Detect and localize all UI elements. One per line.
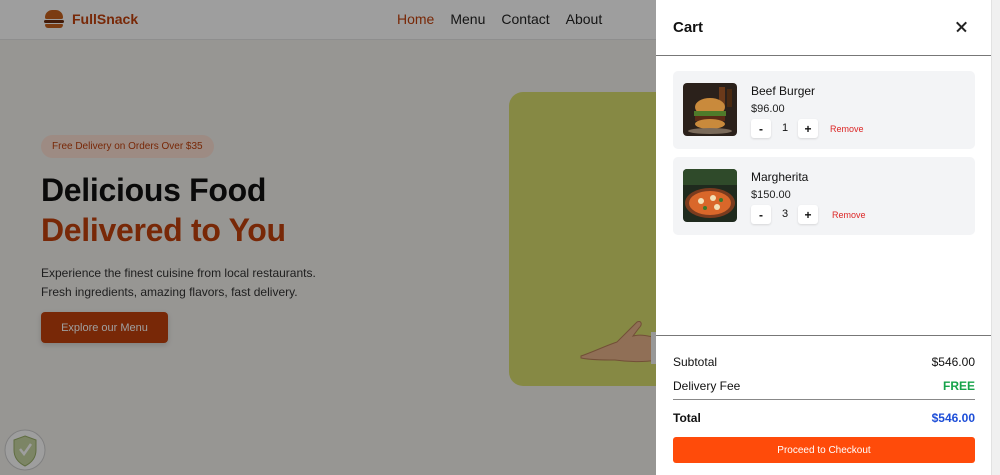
remove-item-button[interactable]: Remove [830,124,864,134]
total-label: Total [673,411,701,425]
cart-item-beef-burger: Beef Burger $96.00 - 1 + Remove [673,71,975,149]
cart-title: Cart [673,19,704,36]
pizza-thumbnail [683,169,737,222]
quantity-decrease-button[interactable]: - [751,119,771,138]
subtotal-value: $546.00 [931,355,975,369]
cart-item-name: Margherita [751,170,809,184]
quantity-increase-button[interactable]: + [798,119,818,138]
subtotal-row: Subtotal $546.00 [673,355,975,369]
cart-item-name: Beef Burger [751,84,816,98]
quantity-decrease-button[interactable]: - [751,205,771,224]
delivery-fee-label: Delivery Fee [673,379,741,393]
total-row: Total $546.00 [673,411,975,425]
remove-item-button[interactable]: Remove [832,210,866,220]
cart-summary: Subtotal $546.00 Delivery Fee FREE Total… [656,335,991,475]
delivery-fee-row: Delivery Fee FREE [673,379,975,393]
subtotal-label: Subtotal [673,355,718,369]
close-icon[interactable] [952,17,972,37]
cart-drawer: Cart Beef Burger $96.00 - 1 + Remove Mar… [656,0,991,475]
delivery-fee-value: FREE [942,379,975,393]
cart-header: Cart [656,0,991,56]
quantity-value: 1 [781,122,789,134]
checkout-button[interactable]: Proceed to Checkout [673,437,975,463]
cart-item-margherita: Margherita $150.00 - 3 + Remove [673,157,975,235]
burger-thumbnail [683,83,737,136]
total-value: $546.00 [931,411,975,425]
quantity-increase-button[interactable]: + [798,205,818,224]
cart-item-price: $96.00 [751,103,785,115]
quantity-value: 3 [781,208,789,220]
scrollbar[interactable] [991,0,1000,475]
cart-item-price: $150.00 [751,189,791,201]
summary-divider [673,399,975,400]
